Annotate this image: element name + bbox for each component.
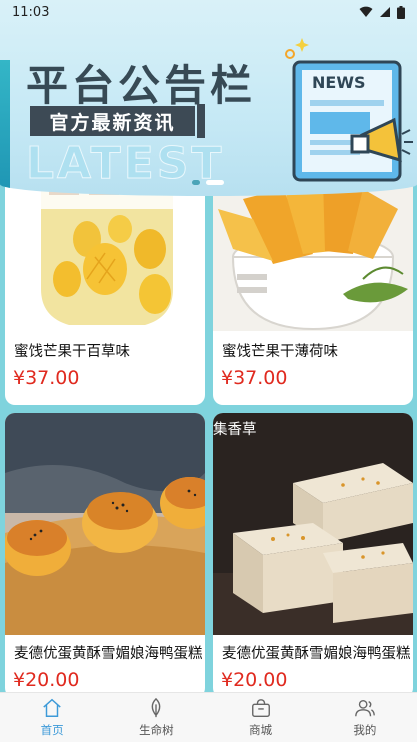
tab-label: 我的 — [353, 723, 377, 737]
tab-home[interactable]: 首页 — [0, 693, 104, 742]
product-image — [5, 185, 205, 331]
news-badge-text: NEWS — [312, 73, 366, 92]
status-icons — [359, 5, 405, 19]
carousel-dot-active[interactable] — [206, 180, 224, 185]
users-icon — [355, 699, 375, 717]
battery-icon — [397, 5, 405, 19]
carousel-indicator[interactable] — [192, 180, 224, 185]
product-price: ¥37.00 — [221, 367, 288, 389]
product-name: 蜜饯芒果干百草味 — [14, 344, 130, 360]
banner-decoration — [0, 60, 10, 190]
product-price: ¥20.00 — [221, 669, 288, 691]
product-image — [213, 413, 413, 635]
product-price: ¥20.00 — [13, 669, 80, 691]
shop-bag-icon — [251, 699, 270, 717]
banner-subtitle: 官方最新资讯 — [30, 104, 205, 138]
tab-mine[interactable]: 我的 — [313, 693, 417, 742]
signal-icon — [380, 7, 390, 17]
product-grid[interactable]: 蜜饯芒果干百草味 ¥37.00 蜜饯芒果干薄荷味 ¥37.00 麦德优蛋黄酥雪媚… — [0, 185, 417, 692]
product-image — [5, 413, 205, 635]
product-card[interactable]: 蜜饯芒果干百草味 ¥37.00 — [5, 185, 205, 405]
tab-label: 首页 — [40, 723, 64, 737]
tab-label: 商城 — [249, 723, 273, 737]
product-card[interactable]: 麦德优蛋黄酥雪媚娘海鸭蛋糕 ¥20.00 — [5, 413, 205, 692]
home-icon — [43, 698, 61, 717]
tab-label: 生命树 — [139, 723, 174, 737]
status-bar: 11:03 — [0, 0, 417, 24]
product-name: 麦德优蛋黄酥雪媚娘海鸭蛋糕 — [14, 646, 202, 662]
product-image — [213, 185, 413, 331]
photo-watermark-label: 集香草 — [213, 422, 257, 438]
product-card[interactable]: 蜜饯芒果干薄荷味 ¥37.00 — [213, 185, 413, 405]
bottom-tab-bar: 首页 生命树 商城 我的 — [0, 692, 417, 742]
wifi-icon — [359, 6, 373, 17]
banner-title: 平台公告栏 — [26, 61, 257, 110]
tab-life-tree[interactable]: 生命树 — [104, 693, 208, 742]
product-name: 麦德优蛋黄酥雪媚娘海鸭蛋糕 — [222, 646, 410, 662]
carousel-dot[interactable] — [192, 180, 200, 185]
product-card[interactable]: 集香草 麦德优蛋黄酥雪媚娘海鸭蛋糕 ¥20.00 — [213, 413, 413, 692]
product-price: ¥37.00 — [13, 367, 80, 389]
tab-mall[interactable]: 商城 — [209, 693, 313, 742]
leaf-icon — [152, 697, 161, 718]
status-time: 11:03 — [12, 4, 50, 20]
announcement-banner[interactable]: 平台公告栏 官方最新资讯 LATEST NEWS — [0, 0, 417, 196]
news-megaphone-illustration: NEWS — [285, 38, 413, 182]
product-name: 蜜饯芒果干薄荷味 — [222, 344, 338, 360]
